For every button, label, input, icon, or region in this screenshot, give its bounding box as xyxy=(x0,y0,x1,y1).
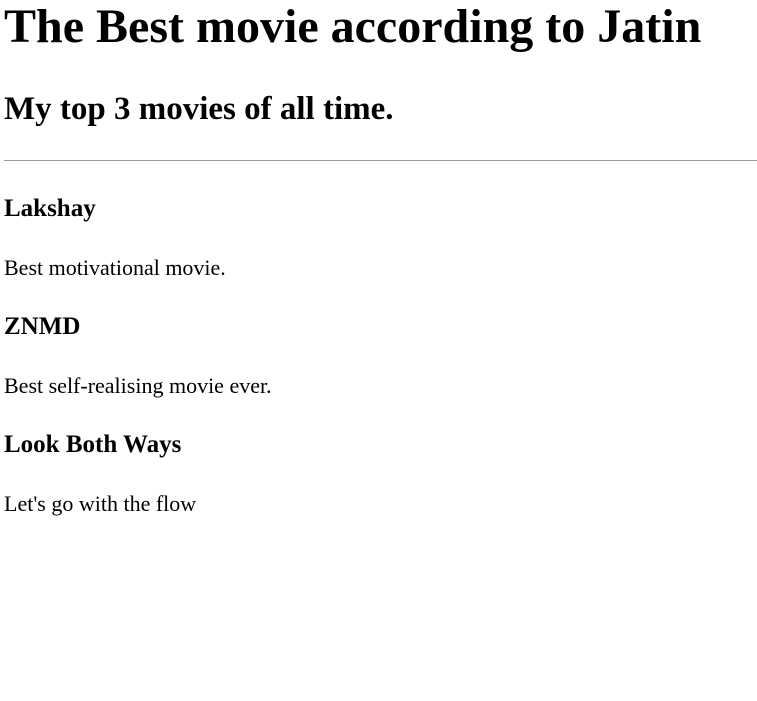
page-subtitle: My top 3 movies of all time. xyxy=(4,91,394,127)
movie-entry-lakshay: Lakshay Best motivational movie. xyxy=(4,195,753,280)
page-title: The Best movie according to Jatin xyxy=(4,0,702,53)
movie-title: Look Both Ways xyxy=(4,431,182,458)
movie-description: Best motivational movie. xyxy=(4,255,226,280)
movie-description: Best self-realising movie ever. xyxy=(4,373,272,398)
movie-title: Lakshay xyxy=(4,195,96,222)
movie-title: ZNMD xyxy=(4,313,81,340)
movie-entry-look-both-ways: Look Both Ways Let's go with the flow xyxy=(4,431,753,516)
movie-entry-znmd: ZNMD Best self-realising movie ever. xyxy=(4,313,753,398)
movie-description: Let's go with the flow xyxy=(4,491,197,516)
divider xyxy=(4,160,757,161)
